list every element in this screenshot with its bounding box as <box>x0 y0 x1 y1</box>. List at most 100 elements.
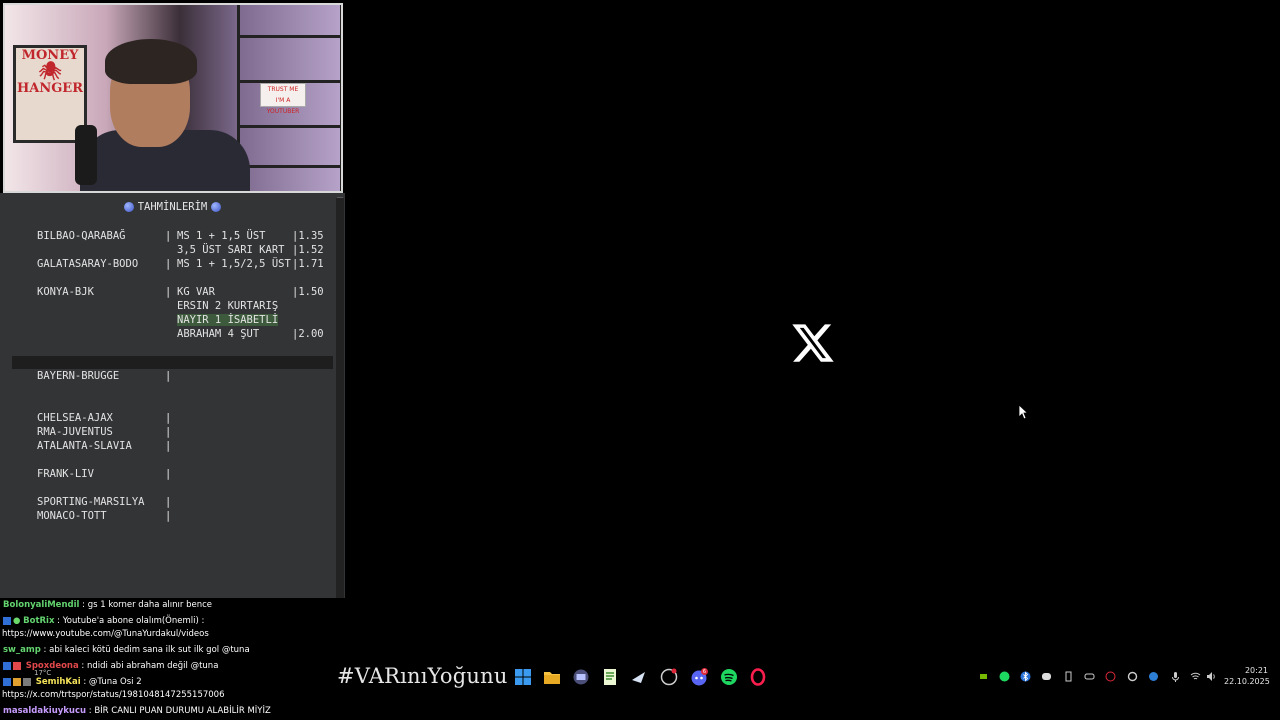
pick-divider: | <box>165 258 172 270</box>
nvidia-tray-icon[interactable] <box>978 671 989 682</box>
youtuber-sign: TRUST ME I'M A YOUTUBER <box>260 83 306 115</box>
chat-text: : ndidi abi abraham değil @tuna <box>81 661 219 671</box>
chat-message: SemihKai : @Tuna Osi 2 <box>3 677 142 687</box>
pick-odd: |1.52 <box>292 244 324 256</box>
chat-text: : gs 1 korner daha alınır bence <box>82 600 212 610</box>
chat-scrollbar[interactable] <box>336 198 344 650</box>
pick-divider: | <box>165 286 172 298</box>
wifi-tray-icon[interactable] <box>1190 671 1201 682</box>
streamer-hair <box>105 39 197 84</box>
discord-icon[interactable]: 6 <box>690 668 708 686</box>
pick-bet: MS 1 + 1,5 ÜST <box>177 230 266 242</box>
pick-bet: KG VAR <box>177 286 215 298</box>
fixture-divider: | <box>165 426 172 438</box>
pick-bet: ERSIN 2 KURTARIŞ <box>177 300 279 312</box>
stream-brand-text: #VARınıYoğunu <box>337 664 508 688</box>
panel-separator <box>12 356 333 369</box>
chat-username: SemihKai <box>35 677 81 687</box>
chat-message: sw_amp : abi kaleci kötü dedim sana ilk … <box>3 645 250 655</box>
chat-message: masaldakiuykucu : BİR CANLI PUAN DURUMU … <box>3 706 271 716</box>
fixture-divider: | <box>165 496 172 508</box>
football-icon <box>211 202 222 212</box>
chat-text: : abi kaleci kötü dedim sana ilk sut ilk… <box>43 645 250 655</box>
poster-word-2: HANGER <box>16 81 84 96</box>
chat-username: masaldakiuykucu <box>3 706 87 716</box>
usb-tray-icon[interactable] <box>1063 671 1074 682</box>
fixture-divider: | <box>165 440 172 452</box>
sub-badge-icon <box>13 677 21 686</box>
spotify-tray-icon[interactable] <box>999 671 1010 682</box>
microphone-tray-icon[interactable] <box>1170 671 1181 682</box>
steam-icon[interactable] <box>630 668 648 686</box>
opera-gx-icon[interactable] <box>749 668 767 686</box>
x-logo-icon <box>792 324 834 362</box>
sign-line-1: TRUST ME <box>267 86 299 93</box>
pick-bet: ABRAHAM 4 ŞUT <box>177 328 260 340</box>
fixture: ATALANTA-SLAVIA <box>37 440 132 452</box>
obs-icon[interactable] <box>660 668 678 686</box>
pick-odd: |2.00 <box>292 328 324 340</box>
pick-odd: |1.71 <box>292 258 324 270</box>
chat-username: sw_amp <box>3 645 41 655</box>
notepad-icon[interactable] <box>601 668 619 686</box>
chat-message: BolonyaliMendil : gs 1 korner daha alını… <box>3 600 212 610</box>
moderator-badge-icon <box>3 677 11 686</box>
fixture: CHELSEA-AJAX <box>37 412 113 424</box>
sub-badge-icon <box>13 661 21 670</box>
chat-message-continued: https://www.youtube.com/@TunaYurdakul/vi… <box>2 629 209 639</box>
mouse-cursor-icon <box>1018 404 1028 420</box>
predictions-title-text: TAHMİNLERİM <box>137 201 208 213</box>
pick-bet: MS 1 + 1,5/2,5 ÜST <box>177 258 291 270</box>
weather-temp: 17°C <box>34 669 52 677</box>
fixture: BAYERN-BRUGGE <box>37 370 120 382</box>
spotify-icon[interactable] <box>720 668 738 686</box>
microphone <box>75 125 97 185</box>
chat-message: ● BotRix : Youtube'a abone olalım(Önemli… <box>3 616 204 626</box>
discord-tray-icon[interactable] <box>1041 671 1052 682</box>
volume-tray-icon[interactable] <box>1206 671 1217 682</box>
clock-date: 22.10.2025 <box>1224 677 1270 686</box>
fixture: SPORTING-MARSILYA <box>37 496 145 508</box>
webcam-feed: MONEY 🕷 HANGER TRUST ME I'M A YOUTUBER <box>3 3 343 193</box>
settings-tray-icon[interactable] <box>1127 671 1138 682</box>
chat-text: : Youtube'a abone olalım(Önemli) : <box>57 616 205 626</box>
fixture-divider: | <box>165 468 172 480</box>
pick-match: GALATASARAY-BODO <box>37 258 139 270</box>
verified-icon: ● <box>13 616 21 626</box>
pick-match: BILBAO-QARABAĞ <box>37 230 126 242</box>
controller-tray-icon[interactable] <box>1084 671 1095 682</box>
gift-badge-icon <box>23 677 31 686</box>
pick-odd: |1.35 <box>292 230 324 242</box>
chat-message-continued: https://x.com/trtspor/status/19810481472… <box>2 690 225 700</box>
predictions-title: TAHMİNLERİM <box>0 201 345 213</box>
fixture: MONACO-TOTT <box>37 510 107 522</box>
football-icon <box>123 202 134 212</box>
sign-line-2: I'M A YOUTUBER <box>266 97 300 115</box>
pick-match: KONYA-BJK <box>37 286 94 298</box>
windows-start-icon[interactable] <box>514 668 532 686</box>
pick-bet: 3,5 ÜST SARI KART <box>177 244 285 256</box>
system-clock[interactable]: 20:21 22.10.2025 <box>1224 665 1270 687</box>
moderator-badge-icon <box>3 616 11 625</box>
app-window-icon[interactable] <box>572 668 590 686</box>
pick-odd: |1.50 <box>292 286 324 298</box>
chat-username: BolonyaliMendil <box>3 600 80 610</box>
chat-overlay: BolonyaliMendil : gs 1 korner daha alını… <box>0 598 345 720</box>
moderator-badge-icon <box>3 661 11 670</box>
chat-text: : @Tuna Osi 2 <box>83 677 142 687</box>
predictions-panel: TAHMİNLERİM BILBAO-QARABAĞ | MS 1 + 1,5 … <box>0 193 345 598</box>
fixture-divider: | <box>165 370 172 382</box>
pick-divider: | <box>165 230 172 242</box>
discord-badge-count: 6 <box>703 669 706 675</box>
chat-text: : BİR CANLI PUAN DURUMU ALABİLİR MİYİZ <box>88 706 271 716</box>
pick-bet-highlighted: NAYIR 1 İSABETLİ <box>177 314 279 326</box>
security-tray-icon[interactable] <box>1105 671 1116 682</box>
bluetooth-tray-icon[interactable] <box>1020 671 1031 682</box>
chat-username: BotRix <box>23 616 55 626</box>
fixture-divider: | <box>165 412 172 424</box>
clock-time: 20:21 <box>1244 666 1268 675</box>
fixture: RMA-JUVENTUS <box>37 426 113 438</box>
file-explorer-icon[interactable] <box>543 668 561 686</box>
fixture-divider: | <box>165 510 172 522</box>
network-tray-icon[interactable] <box>1148 671 1159 682</box>
